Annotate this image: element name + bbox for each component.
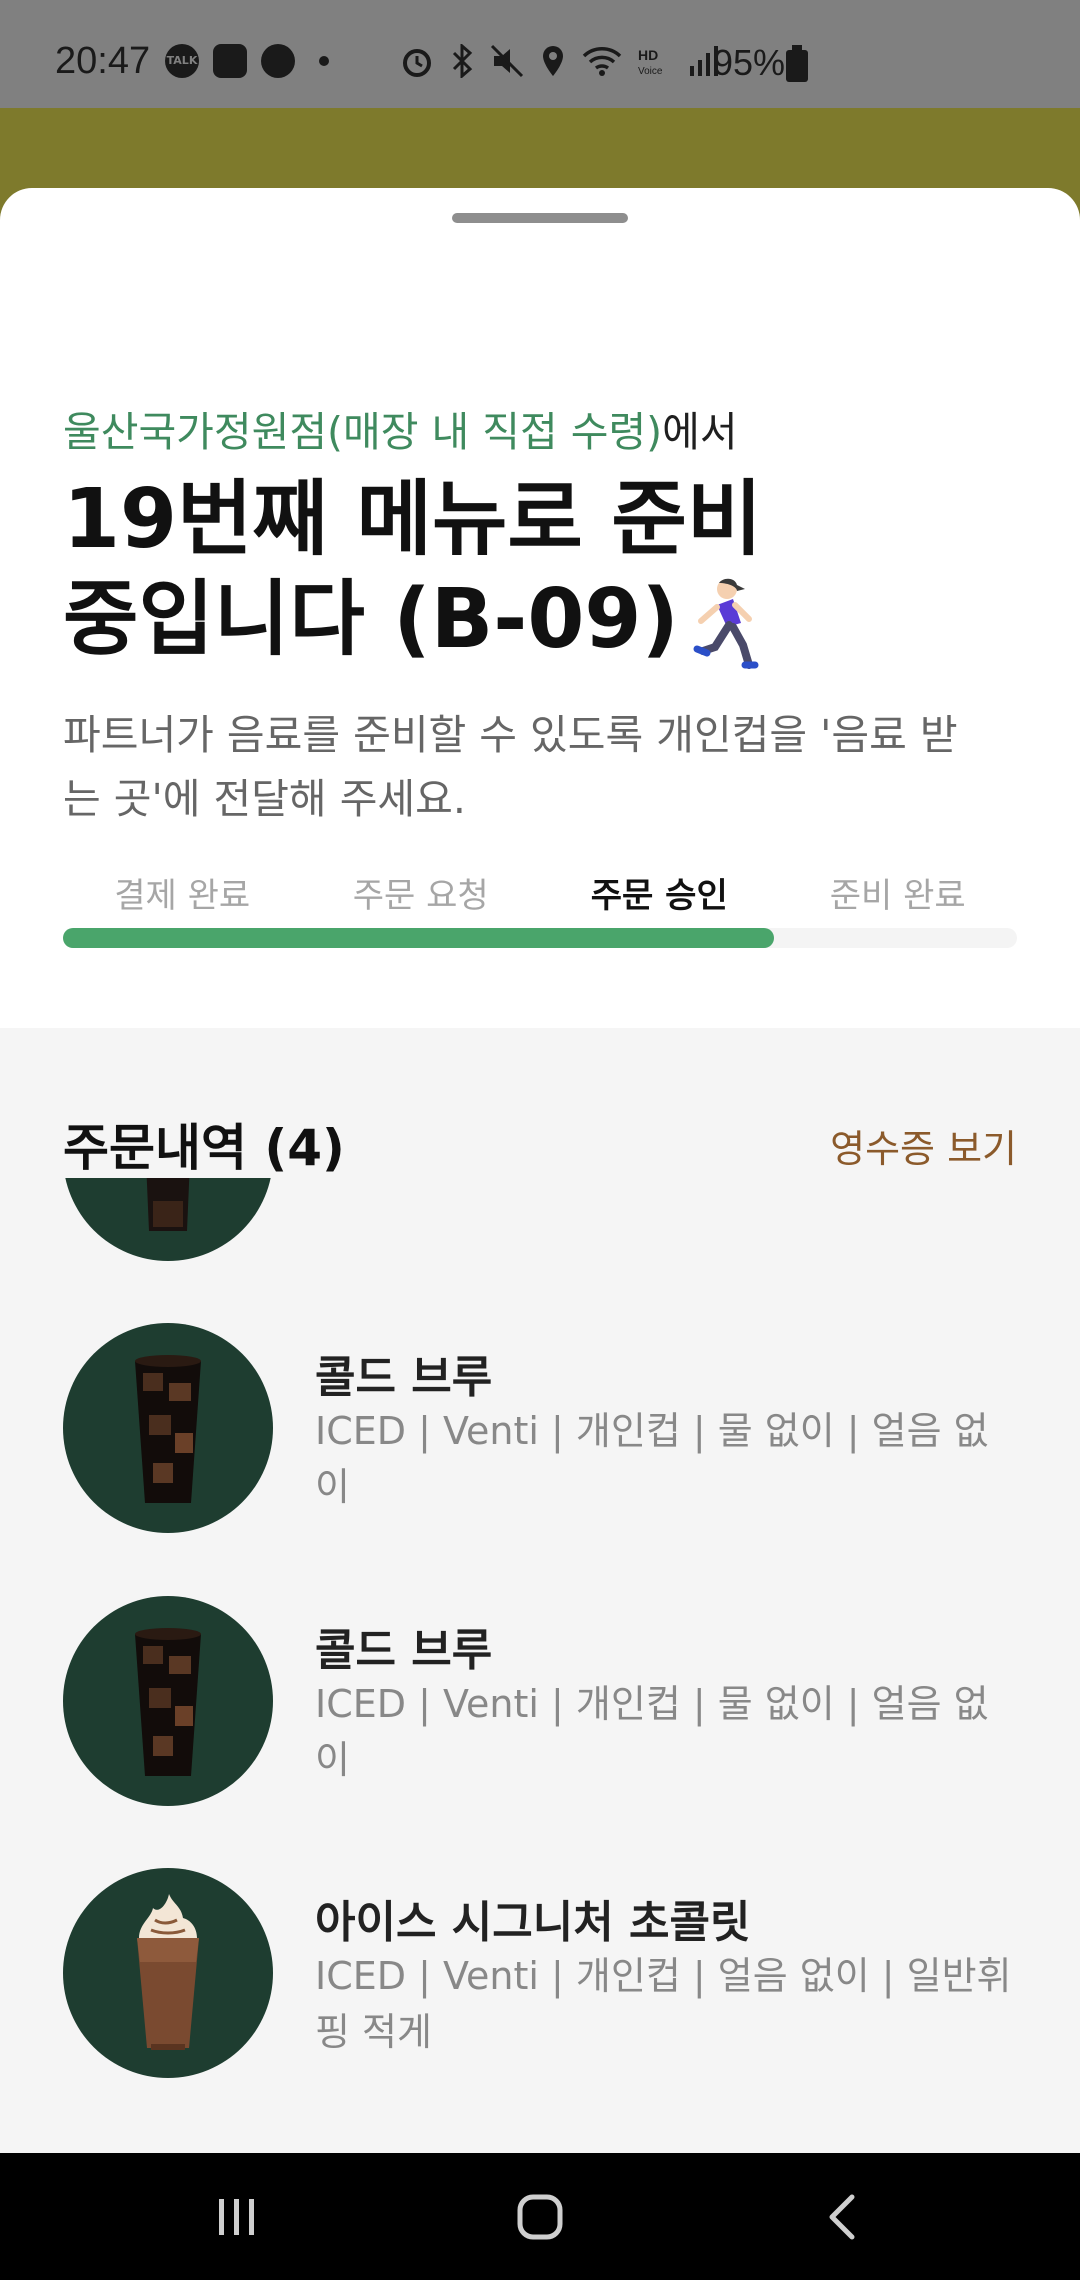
order-progress: 결제 완료 주문 요청 주문 승인 준비 완료: [63, 868, 1017, 948]
store-name: 울산국가정원점(매장 내 직접 수령): [63, 408, 663, 456]
step-label: 준비 완료: [829, 876, 966, 916]
person-icon: [213, 44, 247, 78]
location-icon: [543, 46, 563, 76]
step-label: 주문 승인: [590, 876, 728, 916]
order-item-options: ICED | Venti | 개인컵 | 물 없이 | 얼음 없이: [315, 1409, 989, 1509]
home-button[interactable]: [460, 2153, 620, 2280]
starbucks-icon: [261, 44, 295, 78]
sheet-drag-handle[interactable]: [452, 213, 628, 223]
back-button[interactable]: [762, 2153, 922, 2280]
step-label: 결제 완료: [114, 876, 251, 916]
status-notification-icons: TALK: [165, 44, 329, 78]
progress-track: [63, 928, 1017, 948]
cold-brew-icon: [135, 1355, 201, 1503]
iced-chocolate-icon: [137, 1894, 199, 2050]
battery-icon: [786, 45, 808, 82]
order-item-name: 콜드 브루: [315, 1625, 493, 1676]
order-item[interactable]: 콜드 브루 ICED | Venti | 개인컵 | 물 없이 | 얼음 없이: [63, 1323, 1017, 1533]
drink-thumbnail: [63, 1323, 273, 1533]
store-suffix: 에서: [662, 408, 738, 456]
progress-fill: [63, 928, 774, 948]
drink-thumbnail: [63, 1596, 273, 1806]
home-icon: [517, 2194, 563, 2239]
drink-thumbnail: [63, 1178, 273, 1261]
order-instruction: 파트너가 음료를 준비할 수 있도록 개인컵을 '음료 받는 곳'에 전달해 주…: [63, 711, 958, 823]
status-bar: 20:47 TALK HD Voice 95%: [0, 0, 1080, 108]
order-history-section: 주문내역 (4) 영수증 보기 콜드 브루 ICED | Venti | 개인컵…: [0, 1028, 1080, 2153]
headline-line-1: 19번째 메뉴로 준비: [63, 472, 763, 567]
navigation-bar: [0, 2153, 1080, 2280]
talk-icon: TALK: [165, 44, 199, 78]
order-item-list[interactable]: 콜드 브루 ICED | Venti | 개인컵 | 물 없이 | 얼음 없이 …: [0, 1178, 1080, 2153]
wifi-icon: [582, 47, 622, 76]
drink-thumbnail: [63, 1868, 273, 2078]
mute-icon: [490, 44, 524, 78]
running-woman-icon: [693, 578, 759, 669]
order-history-title: 주문내역 (4): [63, 1119, 345, 1177]
view-receipt-link[interactable]: 영수증 보기: [830, 1118, 1017, 1173]
order-item-name: 아이스 시그니처 초콜릿: [315, 1897, 751, 1948]
iced-coffee-icon: [146, 1178, 190, 1231]
back-icon: [829, 2194, 855, 2239]
store-line: 울산국가정원점(매장 내 직접 수령)에서: [63, 398, 738, 458]
alarm-icon: [403, 49, 431, 77]
headline-line-2: 중입니다 (B-09): [63, 572, 679, 667]
order-item-name: 콜드 브루: [315, 1352, 493, 1403]
status-time: 20:47: [55, 40, 151, 82]
order-status-sheet: 울산국가정원점(매장 내 직접 수령)에서 19번째 메뉴로 준비 중입니다 (…: [0, 188, 1080, 2153]
hd-voice-icon: HD Voice: [638, 47, 663, 77]
battery-percent: 95%: [713, 42, 786, 83]
order-item-options: ICED | Venti | 개인컵 | 얼음 없이 | 일반휘핑 적게: [315, 1954, 1012, 2054]
order-headline: 19번째 메뉴로 준비 중입니다 (B-09): [63, 470, 963, 673]
svg-text:HD: HD: [638, 47, 658, 63]
step-labels: 결제 완료 주문 요청 주문 승인 준비 완료: [63, 868, 1017, 917]
cold-brew-icon: [135, 1628, 201, 1776]
recent-apps-button[interactable]: [157, 2153, 317, 2280]
order-item[interactable]: [63, 1178, 1017, 1261]
order-item[interactable]: 아이스 시그니처 초콜릿 ICED | Venti | 개인컵 | 얼음 없이 …: [63, 1868, 1017, 2078]
recent-apps-icon: [219, 2198, 254, 2235]
status-system-icons: HD Voice: [400, 44, 718, 78]
step-label: 주문 요청: [352, 876, 489, 916]
svg-text:Voice: Voice: [638, 66, 663, 77]
order-item[interactable]: 콜드 브루 ICED | Venti | 개인컵 | 물 없이 | 얼음 없이: [63, 1596, 1017, 1806]
more-notifications-dot: [319, 56, 329, 66]
bluetooth-icon: [452, 44, 473, 78]
order-item-options: ICED | Venti | 개인컵 | 물 없이 | 얼음 없이: [315, 1682, 989, 1782]
headline-line-2-wrap: 중입니다 (B-09): [63, 570, 963, 673]
